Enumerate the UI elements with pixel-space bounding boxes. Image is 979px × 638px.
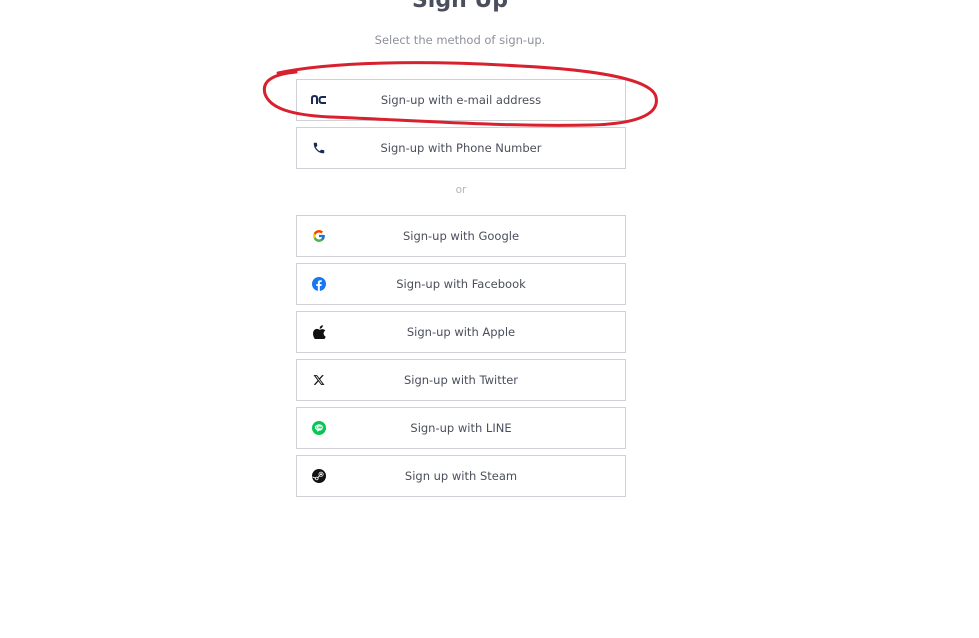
signup-line-label: Sign-up with LINE xyxy=(410,421,512,435)
signup-facebook-button[interactable]: Sign-up with Facebook xyxy=(296,263,626,305)
signup-google-button[interactable]: Sign-up with Google xyxy=(296,215,626,257)
signup-steam-button[interactable]: Sign up with Steam xyxy=(296,455,626,497)
signup-twitter-button[interactable]: Sign-up with Twitter xyxy=(296,359,626,401)
page-subtitle: Select the method of sign-up. xyxy=(374,33,546,47)
page-title: Sign Up xyxy=(411,0,509,13)
signup-email-label: Sign-up with e-mail address xyxy=(380,93,542,107)
signup-apple-label: Sign-up with Apple xyxy=(406,325,516,339)
signup-apple-button[interactable]: Sign-up with Apple xyxy=(296,311,626,353)
signup-facebook-label: Sign-up with Facebook xyxy=(396,277,526,291)
signup-line-button[interactable]: Sign-up with LINE xyxy=(296,407,626,449)
signup-phone-label: Sign-up with Phone Number xyxy=(380,141,542,155)
divider-or: or xyxy=(455,184,467,196)
signup-phone-button[interactable]: Sign-up with Phone Number xyxy=(296,127,626,169)
signup-google-label: Sign-up with Google xyxy=(402,229,520,243)
signup-twitter-label: Sign-up with Twitter xyxy=(403,373,519,387)
signup-email-button[interactable]: Sign-up with e-mail address xyxy=(296,79,626,121)
signup-steam-label: Sign up with Steam xyxy=(404,469,518,483)
